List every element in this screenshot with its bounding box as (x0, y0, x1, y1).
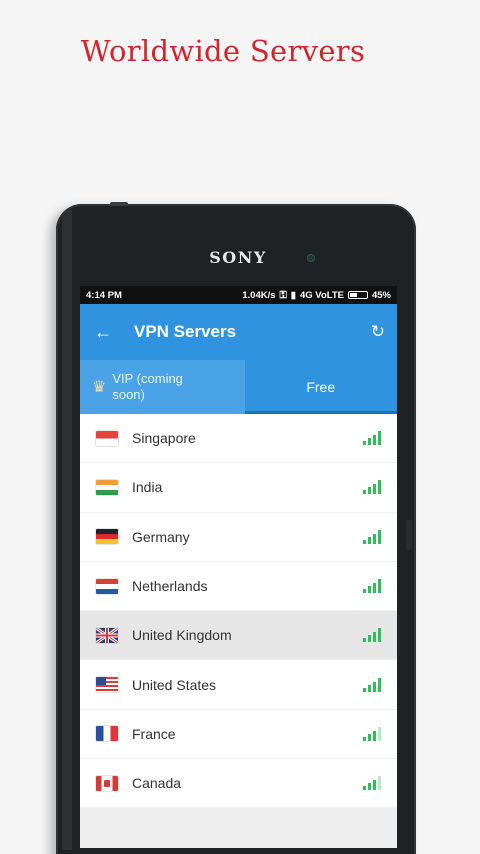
canada-flag-icon (96, 775, 118, 791)
signal-bars-icon (363, 677, 381, 692)
server-country: Germany (132, 528, 190, 545)
server-row-netherlands[interactable]: Netherlands (80, 562, 397, 612)
phone-side-button (406, 520, 412, 550)
status-time: 4:14 PM (86, 289, 122, 301)
promo-headline: Worldwide Servers (80, 34, 366, 68)
server-row-india[interactable]: India (80, 463, 397, 513)
india-flag-icon (96, 479, 118, 495)
signal-bars-icon (363, 480, 381, 495)
crown-icon: ♛ (92, 379, 107, 396)
status-speed: 1.04K/s (242, 289, 276, 301)
signal-bars-icon (363, 628, 381, 643)
refresh-icon[interactable]: ↻ (371, 322, 385, 342)
server-row-united-kingdom[interactable]: United Kingdom (80, 611, 397, 661)
signal-bars-icon (363, 776, 381, 791)
back-arrow-icon[interactable]: ← (94, 322, 120, 343)
us-flag-icon (96, 677, 118, 693)
status-network: 4G VoLTE (300, 289, 344, 301)
tab-indicator (244, 411, 397, 414)
server-country: Netherlands (132, 578, 208, 595)
server-country: Canada (132, 775, 182, 792)
screen-empty-area (80, 808, 397, 848)
signal-bars-icon (363, 529, 381, 544)
server-row-united-states[interactable]: United States (80, 660, 397, 710)
vpn-key-icon: ⚿ (279, 289, 287, 301)
server-tabs: ♛ VIP (coming soon) Free (80, 360, 397, 414)
device-brand-logo: SONY (209, 248, 267, 267)
tab-free-label: Free (306, 379, 336, 395)
uk-flag-icon (96, 627, 118, 643)
server-country: Singapore (132, 430, 196, 447)
signal-bars-icon (363, 431, 381, 446)
signal-bars-icon (363, 726, 381, 741)
tab-free[interactable]: Free (244, 360, 397, 414)
phone-edge (62, 210, 72, 850)
server-row-france[interactable]: France (80, 710, 397, 760)
server-country: India (132, 479, 163, 496)
phone-screen: 4:14 PM 1.04K/s ⚿ ▮ 4G VoLTE 45% ← VPN S… (80, 286, 397, 848)
status-battery: 45% (371, 289, 391, 301)
france-flag-icon (96, 726, 118, 742)
app-title: VPN Servers (134, 322, 237, 341)
server-country: United States (132, 676, 217, 693)
netherlands-flag-icon (96, 578, 118, 594)
status-bar: 4:14 PM 1.04K/s ⚿ ▮ 4G VoLTE 45% (80, 286, 397, 304)
phone-top-button (110, 202, 128, 206)
server-row-canada[interactable]: Canada (80, 759, 397, 809)
germany-flag-icon (96, 529, 118, 545)
signal-bars-icon (363, 579, 381, 594)
singapore-flag-icon (96, 430, 118, 446)
server-row-germany[interactable]: Germany (80, 513, 397, 562)
app-bar: ← VPN Servers ↻ (80, 304, 397, 360)
server-country: United Kingdom (132, 627, 232, 644)
tab-vip[interactable]: ♛ VIP (coming soon) (80, 360, 245, 414)
front-camera-sensor (307, 254, 315, 262)
battery-icon (347, 291, 368, 299)
server-country: France (132, 725, 176, 742)
tab-vip-label: VIP (coming soon) (112, 371, 183, 402)
signal-strength-icon: ▮ (290, 289, 296, 301)
server-row-singapore[interactable]: Singapore (80, 414, 397, 464)
server-list: Singapore India Germany Netherlands Unit… (80, 414, 397, 809)
